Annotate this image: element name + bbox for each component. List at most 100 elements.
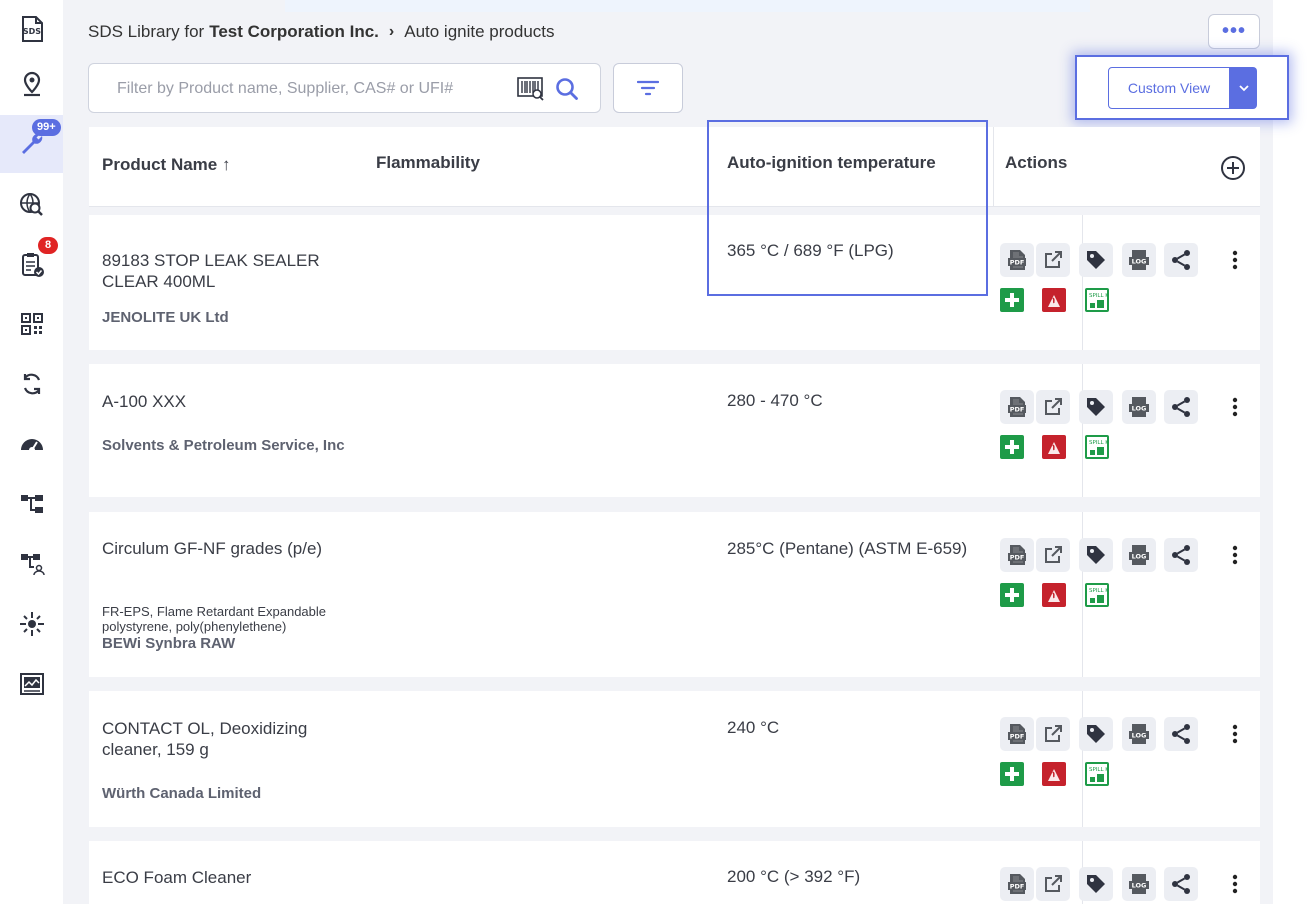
custom-view-dropdown[interactable]	[1230, 67, 1257, 109]
share-button[interactable]	[1164, 538, 1198, 572]
location-pin-icon	[23, 71, 40, 97]
share-icon	[1172, 397, 1190, 417]
sort-arrow-icon: ↑	[221, 155, 231, 174]
sidebar-item-location[interactable]	[0, 55, 63, 113]
fire-extinguisher-icon	[1048, 442, 1060, 454]
pdf-button[interactable]: PDF	[1000, 243, 1034, 277]
first-aid-button[interactable]	[1000, 288, 1024, 312]
first-aid-button[interactable]	[1000, 762, 1024, 786]
table-row[interactable]: CONTACT OL, Deoxidizing cleaner, 159 g Wü…	[89, 691, 1260, 827]
spill-kit-button[interactable]: SPILL KIT	[1085, 288, 1109, 312]
fire-fighting-button[interactable]	[1042, 583, 1066, 607]
fire-fighting-button[interactable]	[1042, 762, 1066, 786]
fire-extinguisher-icon	[1048, 590, 1060, 602]
open-link-button[interactable]	[1036, 717, 1070, 751]
sun-icon	[19, 612, 44, 636]
row-menu-button[interactable]	[1225, 717, 1245, 751]
sidebar-item-qr[interactable]	[0, 295, 63, 353]
hierarchy-user-icon	[20, 554, 45, 576]
open-link-button[interactable]	[1036, 243, 1070, 277]
sidebar-item-exposure[interactable]	[0, 595, 63, 653]
more-options-button[interactable]: •••	[1208, 14, 1260, 49]
row-menu-button[interactable]	[1225, 243, 1245, 277]
barcode-scan-icon[interactable]	[517, 76, 545, 102]
sidebar-item-wrench[interactable]: 99+	[0, 115, 63, 173]
fire-fighting-button[interactable]	[1042, 288, 1066, 312]
share-button[interactable]	[1164, 243, 1198, 277]
first-aid-icon	[1005, 440, 1019, 454]
share-button[interactable]	[1164, 867, 1198, 901]
product-name[interactable]: Circulum GF-NF grades (p/e)	[102, 538, 352, 559]
pdf-icon: PDF	[1008, 250, 1026, 270]
pdf-button[interactable]: PDF	[1000, 717, 1034, 751]
share-button[interactable]	[1164, 390, 1198, 424]
tag-button[interactable]	[1079, 717, 1113, 751]
open-link-button[interactable]	[1036, 538, 1070, 572]
sidebar-item-structure[interactable]	[0, 475, 63, 533]
auto-ignition-value: 240 °C	[727, 718, 780, 737]
kebab-icon	[1232, 874, 1238, 894]
log-button[interactable]: LOG	[1122, 867, 1156, 901]
custom-view-button[interactable]: Custom View	[1108, 67, 1230, 109]
open-link-button[interactable]	[1036, 390, 1070, 424]
tag-icon	[1087, 251, 1105, 269]
pdf-icon: PDF	[1008, 724, 1026, 744]
product-name[interactable]: CONTACT OL, Deoxidizing cleaner, 159 g	[102, 718, 352, 760]
product-name[interactable]: 89183 STOP LEAK SEALER CLEAR 400ML	[102, 250, 352, 292]
hierarchy-icon	[20, 495, 43, 513]
sidebar-item-sync[interactable]	[0, 355, 63, 413]
sidebar-item-reports[interactable]	[0, 655, 63, 713]
breadcrumb-prefix: SDS Library for	[88, 22, 205, 41]
column-header-flammability[interactable]: Flammability	[376, 153, 480, 173]
row-menu-button[interactable]	[1225, 538, 1245, 572]
first-aid-button[interactable]	[1000, 583, 1024, 607]
tag-button[interactable]	[1079, 243, 1113, 277]
search-input[interactable]	[117, 77, 507, 101]
table-row[interactable]: 89183 STOP LEAK SEALER CLEAR 400ML JENOLI…	[89, 215, 1260, 350]
row-menu-button[interactable]	[1225, 390, 1245, 424]
log-button[interactable]: LOG	[1122, 717, 1156, 751]
tag-button[interactable]	[1079, 390, 1113, 424]
sidebar-item-structure-users[interactable]	[0, 535, 63, 593]
filter-button[interactable]	[613, 63, 683, 113]
spill-kit-button[interactable]: SPILL KIT	[1085, 762, 1109, 786]
log-button[interactable]: LOG	[1122, 538, 1156, 572]
product-name[interactable]: ECO Foam Cleaner	[102, 867, 352, 888]
product-name[interactable]: A-100 XXX	[102, 391, 352, 412]
log-button[interactable]: LOG	[1122, 390, 1156, 424]
spill-kit-button[interactable]: SPILL KIT	[1085, 435, 1109, 459]
external-link-icon	[1045, 251, 1062, 268]
sidebar-item-sds[interactable]: SDS	[0, 0, 63, 58]
spill-kit-button[interactable]: SPILL KIT	[1085, 583, 1109, 607]
sidebar-item-global-search[interactable]	[0, 175, 63, 233]
column-header-product-name[interactable]: Product Name ↑	[102, 155, 230, 175]
pdf-button[interactable]: PDF	[1000, 867, 1034, 901]
first-aid-icon	[1005, 293, 1019, 307]
notification-badge: 8	[38, 237, 58, 254]
table-row[interactable]: A-100 XXX Solvents & Petroleum Service, I…	[89, 364, 1260, 497]
breadcrumb-company[interactable]: Test Corporation Inc.	[209, 22, 379, 42]
sidebar-item-tasks[interactable]: 8	[0, 235, 63, 293]
pdf-button[interactable]: PDF	[1000, 538, 1034, 572]
column-divider	[1082, 691, 1083, 827]
tag-button[interactable]	[1079, 867, 1113, 901]
pdf-icon: PDF	[1008, 874, 1026, 894]
pdf-button[interactable]: PDF	[1000, 390, 1034, 424]
add-column-icon[interactable]	[1220, 155, 1246, 181]
search-icon[interactable]	[554, 76, 580, 102]
log-button[interactable]: LOG	[1122, 243, 1156, 277]
svg-text:SPILL KIT: SPILL KIT	[1089, 588, 1108, 594]
open-link-button[interactable]	[1036, 867, 1070, 901]
table-row[interactable]: Circulum GF-NF grades (p/e) FR-EPS, Flame…	[89, 512, 1260, 677]
sidebar-item-risk[interactable]	[0, 415, 63, 473]
column-header-auto-ignition[interactable]: Auto-ignition temperature	[727, 153, 936, 173]
spill-kit-icon: SPILL KIT	[1087, 290, 1108, 310]
tag-button[interactable]	[1079, 538, 1113, 572]
share-button[interactable]	[1164, 717, 1198, 751]
row-menu-button[interactable]	[1225, 867, 1245, 901]
fire-extinguisher-icon	[1048, 769, 1060, 781]
fire-fighting-button[interactable]	[1042, 435, 1066, 459]
table-row[interactable]: ECO Foam Cleaner 200 °C (> 392 °F) PDF LOG	[89, 841, 1260, 904]
first-aid-button[interactable]	[1000, 435, 1024, 459]
svg-text:SPILL KIT: SPILL KIT	[1089, 767, 1108, 773]
